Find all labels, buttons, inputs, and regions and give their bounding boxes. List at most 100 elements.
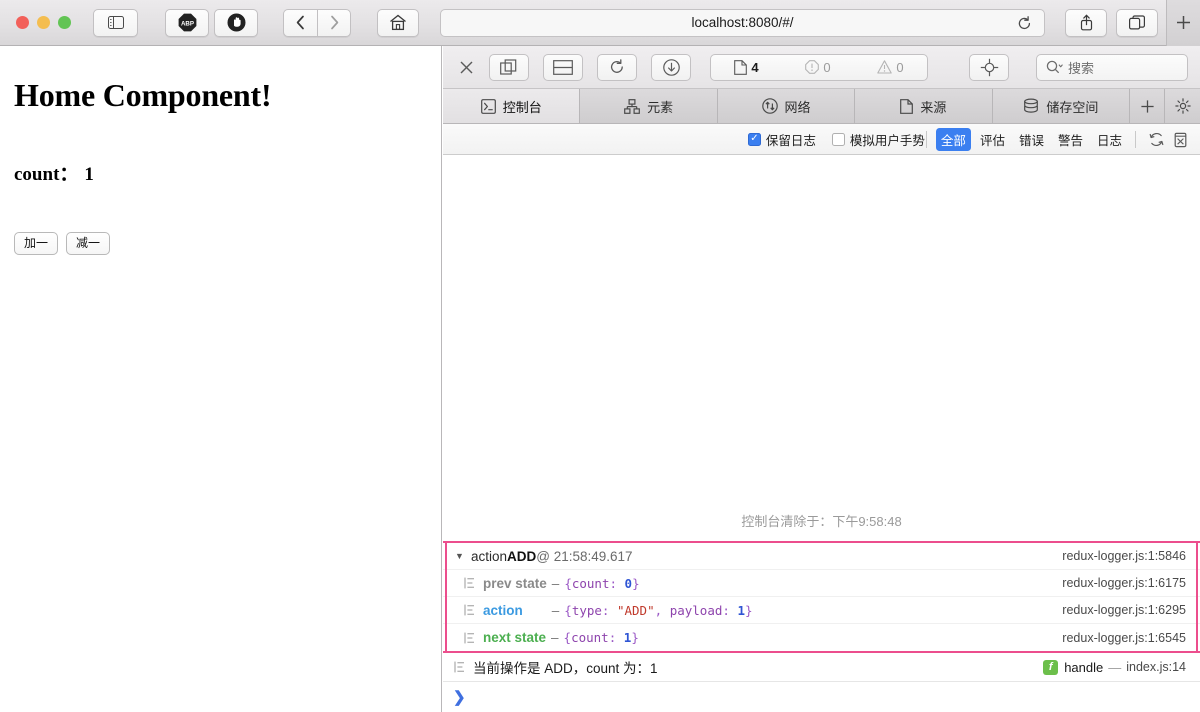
add-tab-button[interactable] [1130, 89, 1166, 123]
adblock-plus-button[interactable]: ABP [165, 8, 209, 37]
download-resources-button[interactable] [651, 53, 691, 81]
inspect-element-button[interactable] [969, 53, 1009, 81]
action-value[interactable]: {type: "ADD", payload: 1} [564, 603, 752, 618]
decrement-button[interactable]: 减一 [66, 232, 111, 255]
nav-forward-button[interactable] [317, 8, 351, 37]
plus-icon [1140, 99, 1154, 113]
tab-storage[interactable]: 储存空间 [992, 89, 1131, 123]
count-display: count： 1 [14, 159, 427, 186]
object-expand-icon[interactable] [463, 631, 476, 645]
clear-on-reload-button[interactable] [1144, 131, 1168, 148]
log-group-header[interactable]: ▼ action ADD @ 21:58:49.617 redux-logger… [443, 543, 1200, 570]
emulate-touch-checkbox[interactable] [831, 132, 845, 146]
prev-state-value[interactable]: {count: 0} [564, 576, 639, 591]
abp-icon: ABP [178, 13, 196, 32]
handle-log-message: 当前操作是 ADD，count 为：1 [473, 661, 658, 676]
error-icon [805, 60, 820, 74]
tab-sources[interactable]: 来源 [855, 89, 993, 123]
preserve-log-toggle[interactable]: 保留日志 [747, 130, 816, 149]
object-expand-icon[interactable] [453, 660, 466, 674]
console-filter-bar: 保留日志 模拟用户手势 全部 评估 错误 警告 日志 [443, 124, 1200, 155]
close-icon [460, 61, 472, 73]
message-count[interactable]: 4 [734, 59, 759, 75]
redux-logger-group[interactable]: ▼ action ADD @ 21:58:49.617 redux-logger… [443, 541, 1200, 653]
object-expand-icon[interactable] [463, 603, 476, 617]
increment-button[interactable]: 加一 [14, 232, 59, 255]
home-icon [390, 14, 406, 31]
filter-level-log[interactable]: 日志 [1092, 128, 1127, 151]
tab-elements[interactable]: 元素 [580, 89, 718, 123]
filter-level-error[interactable]: 错误 [1014, 128, 1049, 151]
devtools-search-field[interactable]: 搜索 [1036, 53, 1188, 81]
counter-button-row: 加一 减一 [14, 232, 427, 255]
filter-level-warning[interactable]: 警告 [1053, 128, 1088, 151]
split-layout-icon [553, 59, 573, 75]
new-tab-button[interactable] [1166, 0, 1200, 46]
log-row-handle-message[interactable]: 当前操作是 ADD，count 为：1 f handle — index.js:… [443, 653, 1200, 682]
dock-layout-button[interactable] [543, 53, 583, 81]
home-button[interactable] [377, 8, 419, 37]
maximize-window-button[interactable] [58, 16, 71, 29]
next-state-value[interactable]: {count: 1} [564, 630, 639, 645]
console-icon [480, 98, 496, 114]
reload-page-button[interactable] [597, 53, 637, 81]
action-label: action [483, 602, 523, 618]
prev-state-label: prev state [483, 575, 547, 591]
group-header-action-name: ADD [507, 548, 537, 564]
preserve-log-checkbox[interactable] [747, 132, 761, 146]
tab-network[interactable]: 网络 [717, 89, 856, 123]
error-count[interactable]: 0 [805, 60, 831, 75]
source-link[interactable]: redux-logger.js:1:6295 [1062, 603, 1186, 617]
handle-function-name[interactable]: handle [1064, 660, 1103, 675]
emulate-touch-toggle[interactable]: 模拟用户手势 [831, 130, 925, 149]
sidebar-toggle-button[interactable] [93, 8, 138, 37]
close-devtools-button[interactable] [455, 55, 477, 79]
source-link[interactable]: redux-logger.js:1:5846 [1062, 549, 1186, 563]
count-label: count： [14, 164, 79, 185]
list-badge-icon [464, 577, 474, 589]
tab-console[interactable]: 控制台 [443, 89, 581, 123]
source-link[interactable]: redux-logger.js:1:6545 [1062, 631, 1186, 645]
action-dash: – [551, 602, 560, 618]
trash-icon [1174, 132, 1186, 147]
reload-circular-icon [610, 59, 623, 73]
tab-network-label: 网络 [784, 99, 811, 115]
devtools-panel: 4 0 0 搜索 控制台 元素 网络 来源 储存空间 ✓ 保留日志 模拟用户手势… [443, 46, 1200, 712]
log-row-prev-state[interactable]: prev state – {count: 0} redux-logger.js:… [443, 570, 1200, 597]
reload-icon [1018, 16, 1030, 30]
object-expand-icon[interactable] [463, 576, 476, 590]
share-icon [1080, 14, 1092, 31]
message-counts-group: 4 0 0 [710, 53, 928, 81]
close-window-button[interactable] [16, 16, 29, 29]
disclosure-triangle-icon[interactable]: ▼ [453, 550, 466, 563]
clear-console-button[interactable] [1168, 131, 1192, 148]
handle-source-link[interactable]: index.js:14 [1126, 660, 1186, 674]
minimize-window-button[interactable] [37, 16, 50, 29]
reload-button[interactable] [1014, 14, 1034, 34]
tab-overview-button[interactable] [1116, 8, 1158, 37]
filter-level-eval[interactable]: 评估 [975, 128, 1010, 151]
console-input-prompt[interactable]: ❯ [443, 682, 1200, 712]
nav-back-button[interactable] [283, 8, 317, 37]
log-row-next-state[interactable]: next state – {count: 1} redux-logger.js:… [443, 624, 1200, 651]
emulate-touch-label: 模拟用户手势 [849, 133, 925, 148]
chevron-right-icon [330, 15, 338, 30]
filter-level-all[interactable]: 全部 [935, 127, 971, 151]
content-blocker-button[interactable] [214, 8, 258, 37]
plus-icon [1177, 16, 1190, 29]
elements-icon [624, 98, 640, 114]
source-link[interactable]: redux-logger.js:1:6175 [1062, 576, 1186, 590]
console-output[interactable]: 控制台清除于：下午9:58:48 ▼ action ADD @ 21:58:49… [443, 155, 1200, 712]
warning-count[interactable]: 0 [877, 60, 904, 75]
devtools-settings-button[interactable] [1165, 89, 1200, 123]
handle-source-group[interactable]: f handle — index.js:14 [1043, 659, 1186, 675]
address-bar[interactable]: localhost:8080/#/ [440, 8, 1045, 37]
share-button[interactable] [1065, 8, 1107, 37]
tab-elements-label: 元素 [647, 99, 674, 115]
log-row-action[interactable]: action – {type: "ADD", payload: 1} redux… [443, 597, 1200, 624]
web-page-viewport: Home Component! count： 1 加一 减一 [0, 46, 442, 712]
tab-sources-label: 来源 [920, 99, 947, 115]
document-icon [734, 59, 748, 75]
network-icon [761, 98, 778, 114]
detach-devtools-button[interactable] [489, 53, 529, 81]
